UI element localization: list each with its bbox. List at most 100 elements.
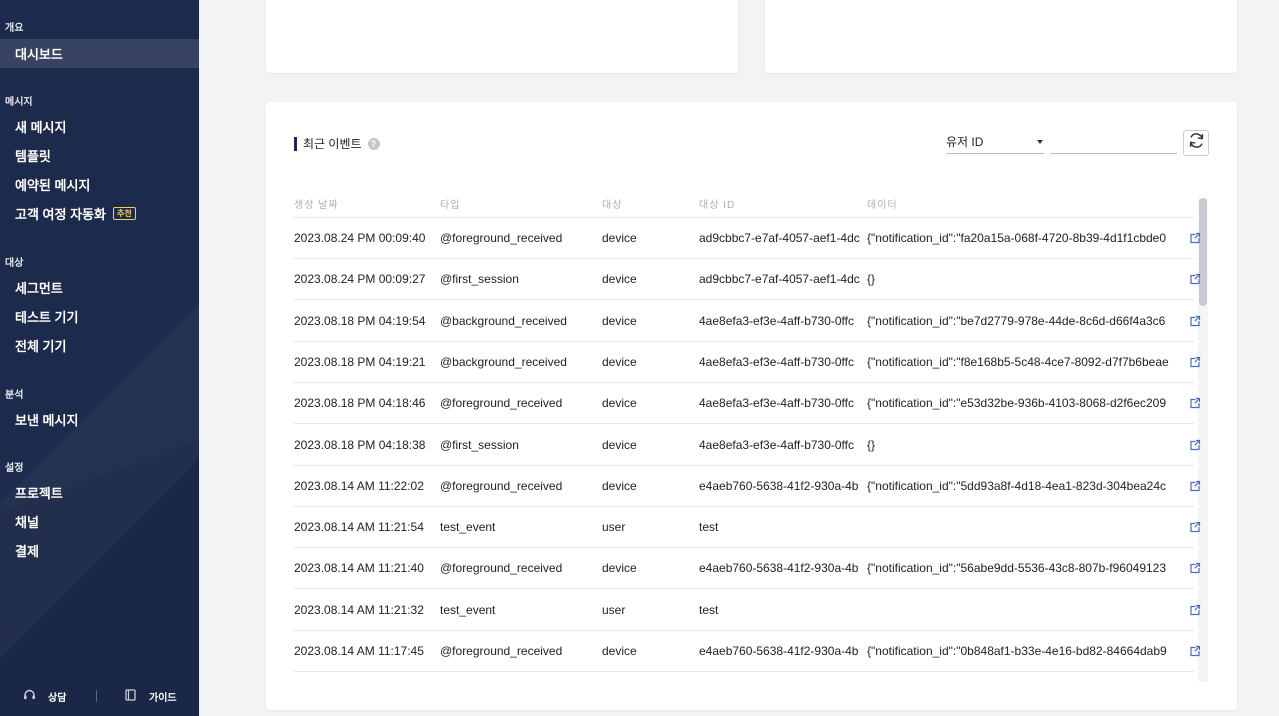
cell-date: 2023.08.18 PM 04:18:46 [294,396,426,410]
events-table-body: 2023.08.24 PM 00:09:40 @foreground_receiv… [294,218,1200,680]
sidebar-item-label: 프로젝트 [15,486,63,501]
table-scrollbar-thumb[interactable] [1199,198,1207,306]
table-row[interactable]: 2023.08.18 PM 04:19:54 @background_receiv… [294,301,1194,342]
sidebar-item-label: 템플릿 [15,149,51,164]
cell-type: test_event [440,603,496,617]
sidebar-item-templates[interactable]: 템플릿 [0,141,199,170]
cell-date: 2023.08.14 AM 11:21:40 [294,561,424,575]
sidebar: 개요 대시보드 메시지 새 메시지 템플릿 예약된 메시지 고객 여정 자동화 추… [0,0,199,716]
table-row[interactable]: 2023.08.18 PM 04:18:38 @first_session devi… [294,425,1194,466]
cell-type: @foreground_received [440,396,563,410]
cell-date: 2023.08.14 AM 11:21:32 [294,603,424,617]
consult-button[interactable]: 상담 [22,689,96,704]
cell-target-id: e4aeb760-5638-41f2-930a-4b [699,561,859,575]
sidebar-item-billing[interactable]: 결제 [0,536,199,565]
cell-target: device [602,396,637,410]
sidebar-item-label: 세그먼트 [15,281,63,296]
cell-data: {} [867,438,876,452]
consult-label: 상담 [48,692,67,704]
cell-target-id: ad9cbbc7-e7af-4057-aef1-4dc [699,231,860,245]
sidebar-item-label: 예약된 메시지 [15,178,91,193]
table-row[interactable]: 2023.08.18 PM 04:19:21 @background_receiv… [294,342,1194,383]
cell-data: {"notification_id":"e53d32be-936b-4103-8… [867,396,1167,410]
sidebar-item-all-devices[interactable]: 전체 기기 [0,331,199,360]
headset-icon [22,689,36,704]
cell-date: 2023.08.18 PM 04:18:38 [294,438,426,452]
cell-type: @foreground_received [440,561,563,575]
help-icon[interactable]: ? [367,137,380,150]
book-icon [123,688,137,704]
cell-target-id: 4ae8efa3-ef3e-4aff-b730-0ffc [699,396,855,410]
recommended-badge: 추천 [112,207,136,220]
table-row[interactable]: 2023.08.14 AM 11:17:45 @foreground_receiv… [294,631,1194,672]
cell-type: test_event [440,520,496,534]
cell-target-id: 4ae8efa3-ef3e-4aff-b730-0ffc [699,438,855,452]
cell-data: {} [867,272,876,286]
sidebar-item-new-message[interactable]: 새 메시지 [0,112,199,141]
cell-date: 2023.08.24 PM 00:09:40 [294,231,426,245]
sidebar-item-label: 테스트 기기 [15,310,79,325]
cell-target: device [602,644,637,658]
table-row[interactable]: 2023.08.24 PM 00:09:27 @first_session devi… [294,259,1194,300]
cell-target: device [602,479,637,493]
sidebar-item-channels[interactable]: 채널 [0,507,199,536]
table-row[interactable]: 2023.08.14 AM 11:22:02 @foreground_receiv… [294,466,1194,507]
open-detail-icon[interactable] [1189,561,1203,575]
cell-target: device [602,561,637,575]
column-header-target-id: 대상 ID [699,200,736,211]
filter-type-select[interactable]: 유저 ID [946,130,1044,154]
cell-target: device [602,314,637,328]
sidebar-item-label: 결제 [15,544,39,559]
open-detail-icon[interactable] [1189,438,1203,452]
cell-target-id: ad9cbbc7-e7af-4057-aef1-4dc [699,272,860,286]
filter-search-input[interactable] [1050,130,1177,154]
cell-target: device [602,355,637,369]
sidebar-item-sent-messages[interactable]: 보낸 메시지 [0,405,199,434]
sidebar-item-label: 고객 여정 자동화 [15,207,106,222]
cell-target: device [602,231,637,245]
guide-button[interactable]: 가이드 [123,688,177,704]
refresh-icon [1188,132,1205,154]
sidebar-item-dashboard[interactable]: 대시보드 [0,39,199,68]
cell-target-id: e4aeb760-5638-41f2-930a-4b [699,479,859,493]
table-row[interactable]: 2023.08.18 PM 04:18:46 @foreground_receiv… [294,383,1194,424]
table-row[interactable]: 2023.08.24 PM 00:09:40 @foreground_receiv… [294,218,1194,259]
table-row[interactable]: 2023.08.14 AM 11:21:40 @foreground_receiv… [294,548,1194,589]
sidebar-heading-settings: 설정 [5,463,24,474]
open-detail-icon[interactable] [1189,231,1203,245]
open-detail-icon[interactable] [1189,272,1203,286]
open-detail-icon[interactable] [1189,479,1203,493]
column-header-type: 타입 [440,200,461,211]
cell-target: user [602,520,626,534]
table-row[interactable]: 2023.08.14 AM 11:21:54 test_event user test [294,507,1194,548]
summary-card-right [765,0,1237,73]
sidebar-heading-messages: 메시지 [5,97,33,108]
open-detail-icon[interactable] [1189,520,1203,534]
refresh-button[interactable] [1183,130,1209,156]
cell-target: user [602,603,626,617]
cell-data: {"notification_id":"fa20a15a-068f-4720-8… [867,231,1167,245]
chevron-down-icon [1037,139,1043,144]
sidebar-heading-overview: 개요 [5,23,24,34]
sidebar-item-scheduled-messages[interactable]: 예약된 메시지 [0,170,199,199]
table-row[interactable]: 2023.08.14 AM 11:21:32 test_event user test [294,590,1194,631]
open-detail-icon[interactable] [1189,603,1203,617]
sidebar-item-segments[interactable]: 세그먼트 [0,273,199,302]
open-detail-icon[interactable] [1189,314,1203,328]
cell-target-id: e4aeb760-5638-41f2-930a-4b [699,644,859,658]
sidebar-item-test-devices[interactable]: 테스트 기기 [0,302,199,331]
open-detail-icon[interactable] [1189,355,1203,369]
cell-data: {"notification_id":"56abe9dd-5536-43c8-8… [867,561,1167,575]
open-detail-icon[interactable] [1189,644,1203,658]
cell-data: {"notification_id":"f8e168b5-5c48-4ce7-8… [867,355,1169,369]
sidebar-item-label: 새 메시지 [15,120,67,135]
sidebar-footer: 상담 가이드 [0,684,199,708]
cell-type: @foreground_received [440,231,563,245]
cell-target-id: 4ae8efa3-ef3e-4aff-b730-0ffc [699,355,855,369]
cell-type: @first_session [440,272,519,286]
open-detail-icon[interactable] [1189,396,1203,410]
sidebar-item-journey-automation[interactable]: 고객 여정 자동화 추천 [0,199,199,228]
sidebar-item-project[interactable]: 프로젝트 [0,478,199,507]
events-table-header: 생성 날짜 타입 대상 대상 ID 데이터 [294,193,1194,218]
sidebar-heading-targets: 대상 [5,258,24,269]
